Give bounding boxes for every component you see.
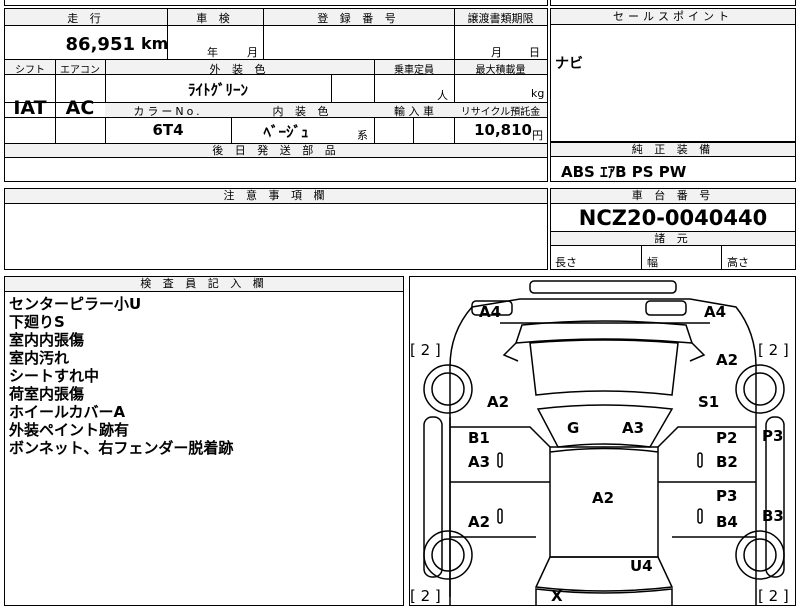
- remark-line: 室内内張傷: [9, 331, 85, 349]
- mark-door-fl-upper: B1: [468, 429, 490, 447]
- interior-color-header: 内 装 色: [272, 105, 333, 118]
- remark-line: ホイールカバーA: [9, 403, 126, 421]
- mark-roof: A2: [592, 489, 614, 507]
- sales-point-box: セールスポイント ナビ: [550, 8, 796, 142]
- mark-door-fl-lower: A3: [468, 453, 490, 471]
- remark-line: ボンネット、右フェンダー脱着跡: [9, 439, 234, 457]
- mark-windshield: G: [567, 419, 579, 437]
- remark-line: センターピラー小U: [9, 295, 142, 313]
- mileage-header: 走 行: [67, 12, 105, 25]
- chassis-box: 車 台 番 号 NCZ20-0040440 諸 元 長さ 幅 高さ: [550, 188, 796, 270]
- inspector-box: 検 査 員 記 入 欄 センターピラー小U 下廻りS 室内内張傷 室内汚れ シー…: [4, 276, 404, 606]
- mark-fender-fl: A2: [487, 393, 509, 411]
- remark-line: 外装ペイント跡有: [9, 421, 130, 439]
- inspection-month: 月: [247, 46, 258, 59]
- recycle-header: リサイクル預託金: [460, 107, 541, 118]
- sales-point-value: ナビ: [555, 56, 583, 72]
- inspection-header: 車 検: [196, 12, 234, 25]
- exterior-color-value: ﾗｲﾄｸﾞﾘｰﾝ: [187, 81, 248, 99]
- notes-box: 注 意 事 項 欄: [4, 188, 548, 270]
- color-no-header: カラーNo.: [133, 105, 203, 118]
- capacity-unit: 人: [437, 89, 448, 102]
- color-no-value: 6T4: [152, 121, 184, 139]
- shift-value: IAT: [13, 97, 47, 119]
- mark-door-rr-lower: B4: [716, 513, 738, 531]
- mark-door-fr-upper: P2: [716, 429, 737, 447]
- interior-kei: 系: [357, 129, 368, 142]
- mark-front-left: A4: [479, 303, 501, 321]
- mark-door-fr-lower: B2: [716, 453, 738, 471]
- mark-tire-fl: [ 2 ]: [410, 341, 441, 359]
- remark-line: 室内汚れ: [9, 349, 70, 367]
- mileage-unit: km: [141, 34, 169, 53]
- shift-header: シフト: [15, 65, 45, 76]
- mark-door-rr-upper: P3: [716, 487, 737, 505]
- dim-length: 長さ: [555, 256, 577, 269]
- exterior-color-header: 外 装 色: [209, 63, 270, 76]
- capacity-header: 乗車定員: [394, 65, 434, 76]
- registration-header: 登 録 番 号: [317, 12, 400, 25]
- transfer-day: 日: [529, 46, 540, 59]
- recycle-unit: 円: [532, 129, 543, 142]
- vehicle-info-table: 走 行 車 検 登 録 番 号 譲渡書類期限 86,951 km 年 月 月 日…: [4, 8, 548, 182]
- import-header: 輸 入 車: [394, 105, 434, 118]
- inspector-header: 検 査 員 記 入 欄: [5, 277, 403, 292]
- remark-line: 下廻りS: [9, 313, 65, 331]
- sales-point-header: セールスポイント: [551, 9, 795, 25]
- mark-rear-upper: U4: [630, 557, 653, 575]
- top-strip-right: [550, 0, 796, 6]
- equipment-header: 純 正 装 備: [551, 143, 795, 157]
- mark-fender-fr-low: S1: [698, 393, 719, 411]
- car-diagram-box: A4 A4 [ 2 ] [ 2 ] A2 A2 S1 G A3 B1 A3 P2…: [409, 276, 796, 606]
- transfer-month: 月: [491, 46, 502, 59]
- mark-tire-rr: [ 2 ]: [758, 587, 789, 605]
- mark-pillar-right: P3: [762, 427, 783, 445]
- remark-line: 荷室内張傷: [9, 385, 85, 403]
- mark-quarter-right: B3: [762, 507, 784, 525]
- remark-line: シートすれ中: [9, 367, 100, 385]
- mark-tire-rl: [ 2 ]: [410, 587, 441, 605]
- inspector-remarks: センターピラー小U 下廻りS 室内内張傷 室内汚れ シートすれ中 荷室内張傷 ホ…: [9, 295, 233, 457]
- mileage-value: 86,951: [65, 34, 135, 55]
- top-strip: [4, 0, 548, 6]
- chassis-no-header: 車 台 番 号: [551, 189, 795, 204]
- mark-fender-fr: A2: [716, 351, 738, 369]
- chassis-no-value: NCZ20-0040440: [578, 206, 768, 230]
- equipment-value: ABS ｴｱB PS PW: [561, 163, 687, 181]
- recycle-value: 10,810: [474, 121, 532, 139]
- mark-rear-bottom: X: [551, 587, 563, 605]
- mark-hood: A3: [622, 419, 644, 437]
- interior-color-value: ﾍﾞｰｼﾞｭ: [263, 123, 309, 141]
- dim-width: 幅: [647, 256, 658, 269]
- dimensions-header: 諸 元: [551, 232, 795, 246]
- aircon-value: AC: [65, 97, 95, 119]
- mark-tire-fr: [ 2 ]: [758, 341, 789, 359]
- mark-front-right: A4: [704, 303, 726, 321]
- car-diagram: A4 A4 [ 2 ] [ 2 ] A2 A2 S1 G A3 B1 A3 P2…: [410, 280, 789, 605]
- transfer-docs-header: 譲渡書類期限: [467, 12, 534, 25]
- aircon-header: エアコン: [60, 65, 100, 76]
- equipment-box: 純 正 装 備 ABS ｴｱB PS PW: [550, 142, 796, 182]
- inspection-year: 年: [207, 46, 218, 59]
- notes-header: 注 意 事 項 欄: [5, 189, 547, 204]
- max-load-unit: kg: [531, 87, 545, 100]
- max-load-header: 最大積載量: [475, 65, 526, 76]
- dim-height: 高さ: [727, 256, 749, 269]
- mark-door-rl-lower: A2: [468, 513, 490, 531]
- later-parts-header: 後 日 発 送 部 品: [212, 144, 340, 157]
